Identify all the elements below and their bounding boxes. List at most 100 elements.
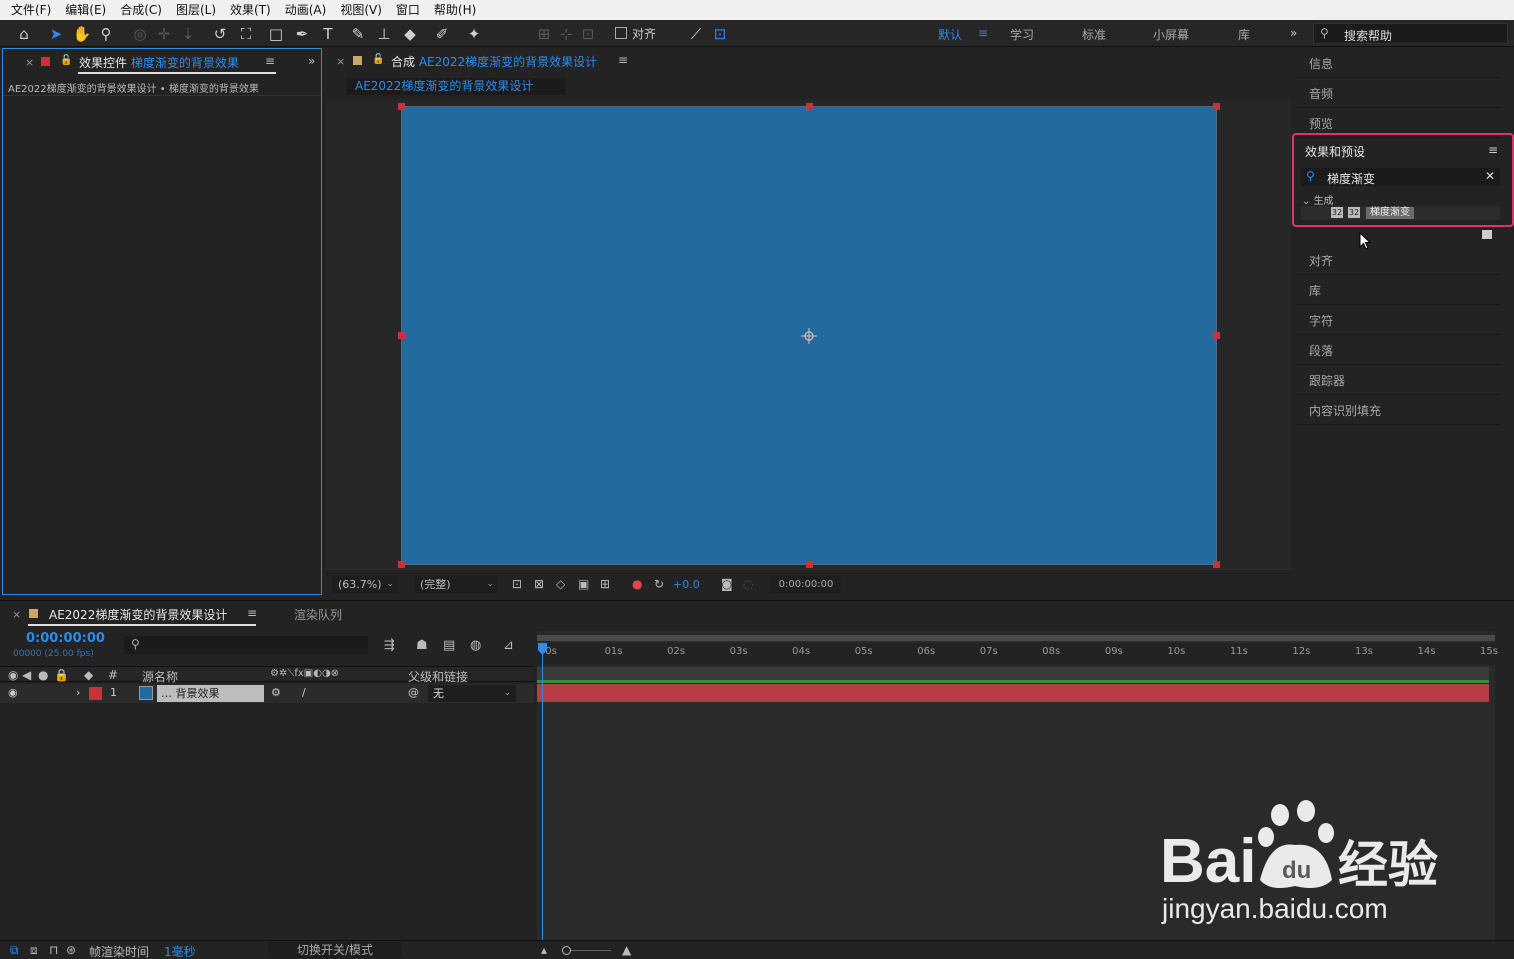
snapping-toggle-icon[interactable]: ⊡ [710, 24, 730, 44]
menu-composition[interactable]: 合成(C) [113, 0, 169, 20]
axis-local-icon[interactable]: ⊞ [534, 24, 554, 44]
chevron-right-icon[interactable]: › [76, 686, 80, 699]
zoom-slider-thumb[interactable] [562, 946, 571, 955]
eye-icon[interactable]: ◉ [8, 686, 18, 699]
pick-whip-icon[interactable]: @ [408, 686, 419, 699]
composition-tab[interactable]: × 🔓 合成 AE2022梯度渐变的背景效果设计 ≡ [326, 48, 1291, 74]
graph-editor-icon[interactable]: ⊿ [503, 638, 514, 653]
shy-layers-icon[interactable]: ☗ [416, 638, 428, 653]
comp-timecode[interactable]: 0:00:00:00 [771, 576, 841, 593]
fast-preview-icon[interactable]: ⊡ [512, 577, 522, 591]
dolly-camera-icon[interactable]: ⇣ [178, 24, 198, 44]
home-icon[interactable]: ⌂ [14, 24, 34, 44]
axis-world-icon[interactable]: ⊹ [556, 24, 576, 44]
eraser-icon[interactable]: ◆ [400, 24, 420, 44]
zoom-dropdown[interactable]: (63.7%) ⌄ [332, 576, 398, 593]
mask-visibility-icon[interactable]: ◇ [556, 577, 565, 591]
close-icon[interactable]: × [25, 56, 34, 69]
rotate-icon[interactable]: ↺ [210, 24, 230, 44]
frame-blending-icon[interactable]: ▤ [443, 638, 455, 653]
transform-handle[interactable] [1213, 561, 1220, 568]
workspace-default[interactable]: 默认 [938, 26, 962, 43]
eye-icon[interactable]: ◉ [8, 668, 18, 682]
parent-dropdown[interactable]: 无 ⌄ [428, 685, 516, 702]
workspace-standard[interactable]: 标准 [1082, 26, 1106, 43]
exposure-value[interactable]: +0.0 [673, 578, 700, 591]
panel-character[interactable]: 字符 [1296, 305, 1500, 335]
transform-handle[interactable] [398, 561, 405, 568]
panel-audio[interactable]: 音频 [1296, 78, 1500, 108]
axis-view-icon[interactable]: ⊡ [578, 24, 598, 44]
source-name-header[interactable]: 源名称 [142, 668, 178, 685]
effect-result-gradient-ramp[interactable]: 32 32 梯度渐变 [1301, 206, 1500, 220]
clear-search-icon[interactable]: ✕ [1485, 169, 1495, 183]
time-navigator[interactable] [537, 635, 1495, 641]
pan-camera-icon[interactable]: ✛ [154, 24, 174, 44]
playhead[interactable] [542, 643, 543, 941]
panel-info[interactable]: 信息 [1296, 48, 1500, 78]
menu-window[interactable]: 窗口 [389, 0, 427, 20]
work-area-bar[interactable] [537, 667, 1489, 681]
panel-align[interactable]: 对齐 [1296, 245, 1500, 275]
label-icon[interactable]: ◆ [84, 668, 93, 682]
camera-snapshot-icon[interactable]: ◙ [721, 577, 733, 591]
close-icon[interactable]: × [336, 55, 345, 68]
workspace-menu-icon[interactable]: ≡ [978, 26, 988, 40]
effects-search-input[interactable]: ⚲ 梯度渐变 ✕ [1301, 168, 1500, 186]
transform-handle[interactable] [806, 103, 813, 110]
resolution-dropdown[interactable]: (完整) ⌄ [414, 576, 498, 593]
zoom-in-icon[interactable]: ▲ [622, 943, 631, 957]
menu-view[interactable]: 视图(V) [333, 0, 389, 20]
pan-behind-icon[interactable]: ⛶ [236, 24, 256, 44]
transform-handle[interactable] [398, 332, 405, 339]
menu-help[interactable]: 帮助(H) [427, 0, 483, 20]
hand-icon[interactable]: ✋ [72, 24, 92, 44]
menu-file[interactable]: 文件(F) [4, 0, 58, 20]
reset-exposure-icon[interactable]: ↻ [654, 577, 664, 591]
panel-tracker[interactable]: 跟踪器 [1296, 365, 1500, 395]
layer-name[interactable]: … 背景效果 [157, 685, 264, 702]
composition-breadcrumb[interactable]: AE2022梯度渐变的背景效果设计 [346, 78, 566, 95]
roto-brush-icon[interactable]: ✐ [432, 24, 452, 44]
menu-edit[interactable]: 编辑(E) [58, 0, 113, 20]
close-icon[interactable]: × [12, 608, 21, 621]
puppet-pin-icon[interactable]: ✦ [464, 24, 484, 44]
time-ruler[interactable]: 0s 01s 02s 03s 04s 05s 06s 07s 08s 09s 10s 11s 12s 13… [537, 643, 1498, 665]
effect-category-generate[interactable]: ⌄ 生成 [1302, 192, 1334, 207]
transfer-controls-icon[interactable]: ⧈ [30, 943, 38, 958]
panel-menu-icon[interactable]: ≡ [1488, 143, 1498, 157]
panel-content-aware-fill[interactable]: 内容识别填充 [1296, 395, 1500, 425]
color-channels-icon[interactable]: ● [632, 577, 642, 591]
snap-icon[interactable]: ⟋ [686, 24, 706, 44]
current-time-display[interactable]: 0:00:00:00 [26, 631, 105, 646]
zoom-icon[interactable]: ⚲ [96, 24, 116, 44]
layer-duration-bar[interactable] [537, 684, 1489, 702]
grid-guides-icon[interactable]: ⊞ [600, 577, 610, 591]
quality-switch-icon[interactable]: / [302, 686, 306, 699]
region-of-interest-icon[interactable]: ▣ [578, 577, 589, 591]
panel-menu-icon[interactable]: ≡ [265, 54, 275, 68]
panel-menu-icon[interactable]: ≡ [618, 53, 628, 67]
audio-icon[interactable]: ◀ [22, 668, 31, 682]
workspace-overflow-icon[interactable]: » [1290, 26, 1297, 40]
menu-layer[interactable]: 图层(L) [169, 0, 223, 20]
brush-icon[interactable]: ✎ [348, 24, 368, 44]
panel-overflow-icon[interactable]: » [308, 54, 315, 68]
layer-search-input[interactable]: ⚲ [124, 636, 368, 654]
align-checkbox[interactable] [615, 27, 627, 39]
workspace-small-screen[interactable]: 小屏幕 [1153, 26, 1189, 43]
anchor-point-icon[interactable] [801, 328, 817, 344]
rectangle-icon[interactable]: □ [266, 24, 286, 44]
lock-icon[interactable]: 🔓 [372, 54, 384, 65]
help-search-input[interactable]: ⚲ 搜索帮助 [1313, 23, 1508, 44]
shy-switch-icon[interactable]: ⚙ [271, 686, 281, 699]
selection-arrow-icon[interactable]: ➤ [46, 24, 66, 44]
composition-mini-flowchart-icon[interactable]: ⇶ [384, 638, 395, 653]
layer-row[interactable]: ◉ › 1 … 背景效果 ⚙ / @ 无 ⌄ [0, 684, 534, 703]
zoom-out-icon[interactable]: ▴ [541, 943, 547, 957]
render-queue-tab[interactable]: 渲染队列 [294, 606, 342, 623]
type-icon[interactable]: T [318, 24, 338, 44]
composition-viewer[interactable] [326, 100, 1291, 570]
zoom-slider-track[interactable] [565, 950, 611, 951]
motion-blur-icon[interactable]: ◍ [470, 638, 481, 653]
